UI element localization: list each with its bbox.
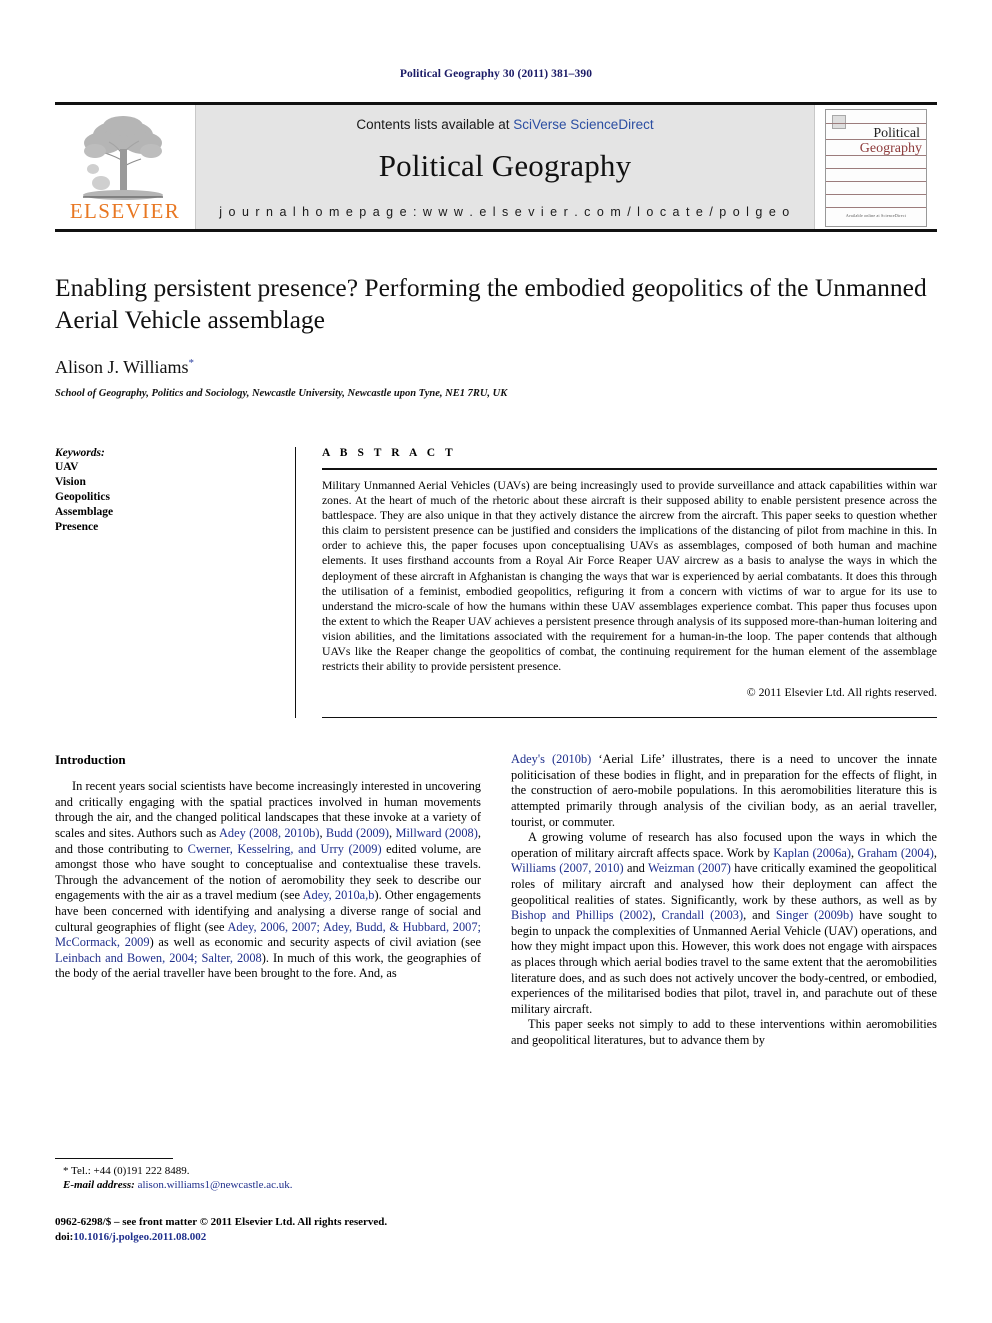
email-link[interactable]: alison.williams1@newcastle.ac.uk. [138,1179,293,1191]
masthead-center: Contents lists available at SciVerse Sci… [195,105,815,229]
cover-image: Political Geography Available online at … [825,109,927,227]
paragraph-intro-right-3: This paper seeks not simply to add to th… [511,1017,937,1047]
cover-title-line2: Geography [859,141,922,156]
citation-williams-2007-2010[interactable]: Williams (2007, 2010) [511,861,624,875]
abstract-heading: A B S T R A C T [322,447,457,459]
journal-cover-thumbnail: Political Geography Available online at … [815,105,937,229]
sciencedirect-link[interactable]: SciVerse ScienceDirect [513,117,653,132]
keywords-block: Keywords: UAV Vision Geopolitics Assembl… [55,447,295,535]
page-title: Enabling persistent presence? Performing… [55,273,927,334]
publisher-name: ELSEVIER [69,199,181,223]
author-affiliation: School of Geography, Politics and Sociol… [55,388,508,399]
journal-title: Political Geography [378,148,632,183]
par-text: ) as well as economic and security aspec… [149,935,481,950]
contents-prefix: Contents lists available at [356,117,514,132]
citation-kaplan-2006a[interactable]: Kaplan (2006a) [773,846,851,860]
citation-adey-2010ab[interactable]: Adey, 2010a,b [303,888,375,902]
author-footnote-marker[interactable]: * [188,357,194,369]
cover-footer-text: Available online at ScienceDirect [845,213,907,218]
citation-crandall-2003[interactable]: Crandall (2003) [662,908,744,922]
author-label: Alison J. Williams [55,357,189,377]
abstract-text: Military Unmanned Aerial Vehicles (UAVs)… [322,479,937,674]
author-name: Alison J. Williams* [55,357,937,378]
front-matter-line: 0962-6298/$ – see front matter © 2011 El… [55,1216,388,1228]
footnote-block: * Tel.: +44 (0)191 222 8489. E-mail addr… [55,1158,475,1192]
abstract-bottom-rule [322,717,937,719]
citation-singer-2009b[interactable]: Singer (2009b) [776,908,853,922]
par-text: , [652,908,662,923]
doi-link[interactable]: 10.1016/j.polgeo.2011.08.002 [73,1231,206,1243]
doi-label: doi: [55,1230,74,1243]
footnote-email: E-mail address: alison.williams1@newcast… [55,1178,475,1192]
page-footer: 0962-6298/$ – see front matter © 2011 El… [55,1215,525,1244]
abstract-block: A B S T R A C T Military Unmanned Aerial… [295,447,937,719]
keyword-item: Presence [55,521,99,533]
running-head: Political Geography 30 (2011) 381–390 [399,68,593,80]
paper-page: Political Geography 30 (2011) 381–390 EL… [0,0,992,1323]
citation-adey-2008[interactable]: Adey (2008, 2010b) [219,826,320,840]
paragraph-intro-right-1: Adey's (2010b) ‘Aerial Life’ illustrates… [511,752,937,830]
citation-millward-2008[interactable]: Millward (2008) [395,826,477,840]
citation-leinbach-salter[interactable]: Leinbach and Bowen, 2004; Salter, 2008 [55,951,262,965]
citation-bishop-phillips[interactable]: Bishop and Phillips (2002) [511,908,653,922]
citation-graham-2004[interactable]: Graham (2004) [858,846,934,860]
abstract-top-rule [322,468,937,470]
column-left: Introduction In recent years social scie… [55,752,481,1048]
citation-cwerner-kesselring-urry[interactable]: Cwerner, Kesselring, and Urry (2009) [188,842,382,856]
journal-masthead: ELSEVIER Contents lists available at Sci… [55,102,937,229]
citation-adey-2010b[interactable]: Adey's (2010b) [511,752,591,766]
keyword-item: Geopolitics [55,491,110,503]
keyword-item: UAV [55,461,79,473]
keywords-heading: Keywords: [55,447,105,459]
citation-budd-2009[interactable]: Budd (2009) [326,826,389,840]
body-columns: Introduction In recent years social scie… [55,752,937,1048]
doi-line: doi:10.1016/j.polgeo.2011.08.002 [55,1230,525,1245]
par-text: have sought to begin to unpack the compl… [511,908,937,1016]
par-text: , [933,845,937,860]
abstract-section: Keywords: UAV Vision Geopolitics Assembl… [55,447,937,719]
elsevier-tree-icon [83,116,163,200]
masthead-bottom-rule [55,229,937,232]
paragraph-intro-right-2: A growing volume of research has also fo… [511,830,937,1017]
abstract-copyright: © 2011 Elsevier Ltd. All rights reserved… [746,686,937,700]
contents-available-line: Contents lists available at SciVerse Sci… [356,117,653,132]
keyword-item: Vision [55,476,86,488]
section-heading-introduction: Introduction [55,752,126,768]
publisher-logo: ELSEVIER [55,105,195,229]
keyword-item: Assemblage [55,506,114,518]
title-block: Enabling persistent presence? Performing… [55,272,937,399]
column-right: Adey's (2010b) ‘Aerial Life’ illustrates… [511,752,937,1048]
cover-title-line1: Political [873,126,920,141]
footnote-telephone: * Tel.: +44 (0)191 222 8489. [63,1165,190,1177]
footnote-rule [55,1158,173,1159]
journal-homepage-line: j o u r n a l h o m e p a g e : w w w . … [219,205,791,219]
par-text: , and [743,908,776,923]
email-label: E-mail address: [63,1179,135,1191]
par-text: and [623,861,649,876]
paragraph-intro-left: In recent years social scientists have b… [55,779,481,982]
citation-weizman-2007[interactable]: Weizman (2007) [648,861,731,875]
